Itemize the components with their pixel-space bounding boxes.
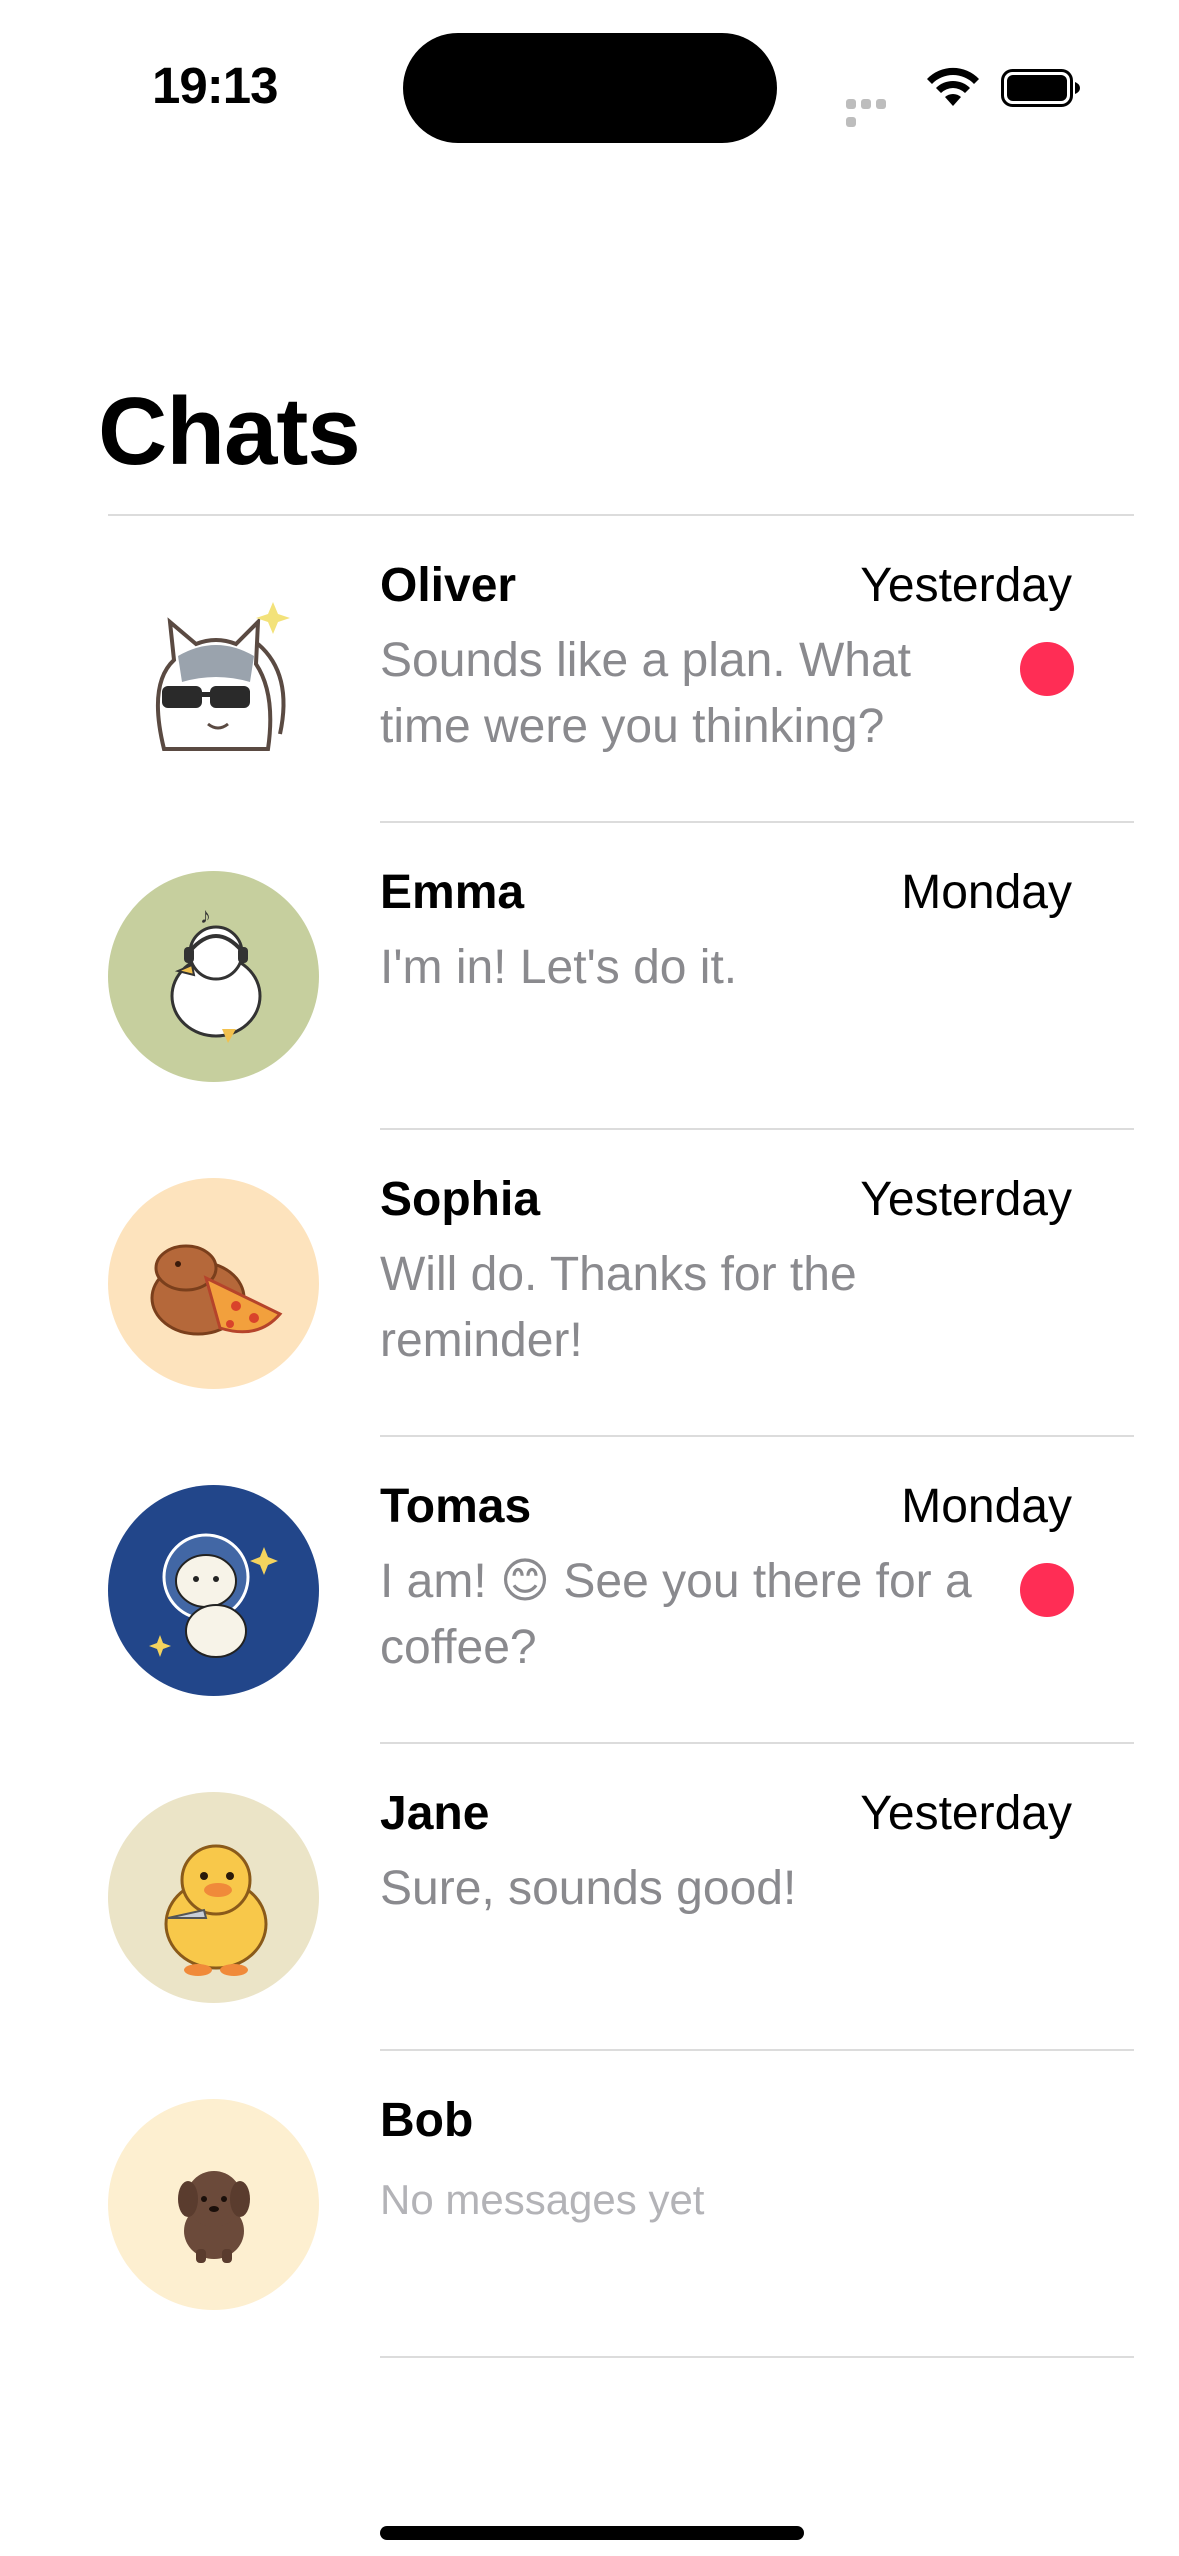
chat-name: Bob bbox=[380, 2094, 474, 2147]
status-bar: 19:13 bbox=[0, 0, 1179, 180]
chat-time: Monday bbox=[901, 866, 1072, 919]
cellular-signal-icon bbox=[846, 96, 904, 127]
chat-row-jane[interactable]: Jane Yesterday Sure, sounds good! bbox=[0, 1744, 1179, 2051]
battery-icon bbox=[1001, 69, 1080, 107]
chat-row-emma[interactable]: ♪ Emma Monday I'm in! Let's do it. bbox=[0, 823, 1179, 1130]
chat-preview-empty: No messages yet bbox=[380, 2176, 705, 2223]
chat-list: Oliver Yesterday Sounds like a plan. Wha… bbox=[0, 516, 1179, 2358]
chat-time: Yesterday bbox=[860, 559, 1072, 612]
svg-text:♪: ♪ bbox=[200, 903, 211, 928]
chat-name: Sophia bbox=[380, 1173, 541, 1226]
chat-name: Oliver bbox=[380, 559, 517, 612]
chat-time: Yesterday bbox=[860, 1173, 1072, 1226]
chat-row-bob[interactable]: Bob No messages yet bbox=[0, 2051, 1179, 2358]
home-indicator[interactable] bbox=[380, 2526, 804, 2540]
capybara-pizza-avatar bbox=[108, 1178, 319, 1389]
row-divider bbox=[380, 2356, 1134, 2358]
chat-time: Monday bbox=[901, 1480, 1072, 1533]
status-time: 19:13 bbox=[152, 57, 278, 114]
chat-row-tomas[interactable]: Tomas Monday I am! 😊 See you there for a… bbox=[0, 1437, 1179, 1744]
unread-indicator bbox=[1020, 1563, 1074, 1617]
page-title: Chats bbox=[98, 378, 361, 485]
unread-indicator bbox=[1020, 642, 1074, 696]
chat-preview: Will do. Thanks for the reminder! bbox=[380, 1248, 857, 1367]
bear-astronaut-avatar bbox=[108, 1485, 319, 1696]
chat-time: Yesterday bbox=[860, 1787, 1072, 1840]
chat-name: Emma bbox=[380, 866, 525, 919]
chat-preview: Sure, sounds good! bbox=[380, 1862, 797, 1915]
dynamic-island bbox=[403, 33, 777, 143]
cat-sunglasses-avatar bbox=[108, 564, 319, 775]
duckling-knife-avatar bbox=[108, 1792, 319, 2003]
chat-preview: Sounds like a plan. What time were you t… bbox=[380, 634, 911, 753]
wifi-icon bbox=[927, 67, 979, 106]
chat-row-sophia[interactable]: Sophia Yesterday Will do. Thanks for the… bbox=[0, 1130, 1179, 1437]
chat-name: Tomas bbox=[380, 1480, 532, 1533]
chat-preview: I'm in! Let's do it. bbox=[380, 941, 738, 994]
chat-row-oliver[interactable]: Oliver Yesterday Sounds like a plan. Wha… bbox=[0, 516, 1179, 823]
chat-preview: I am! 😊 See you there for a coffee? bbox=[380, 1555, 972, 1674]
brown-puppy-avatar bbox=[108, 2099, 319, 2310]
chat-name: Jane bbox=[380, 1787, 490, 1840]
duck-headphones-avatar: ♪ bbox=[108, 871, 319, 1082]
